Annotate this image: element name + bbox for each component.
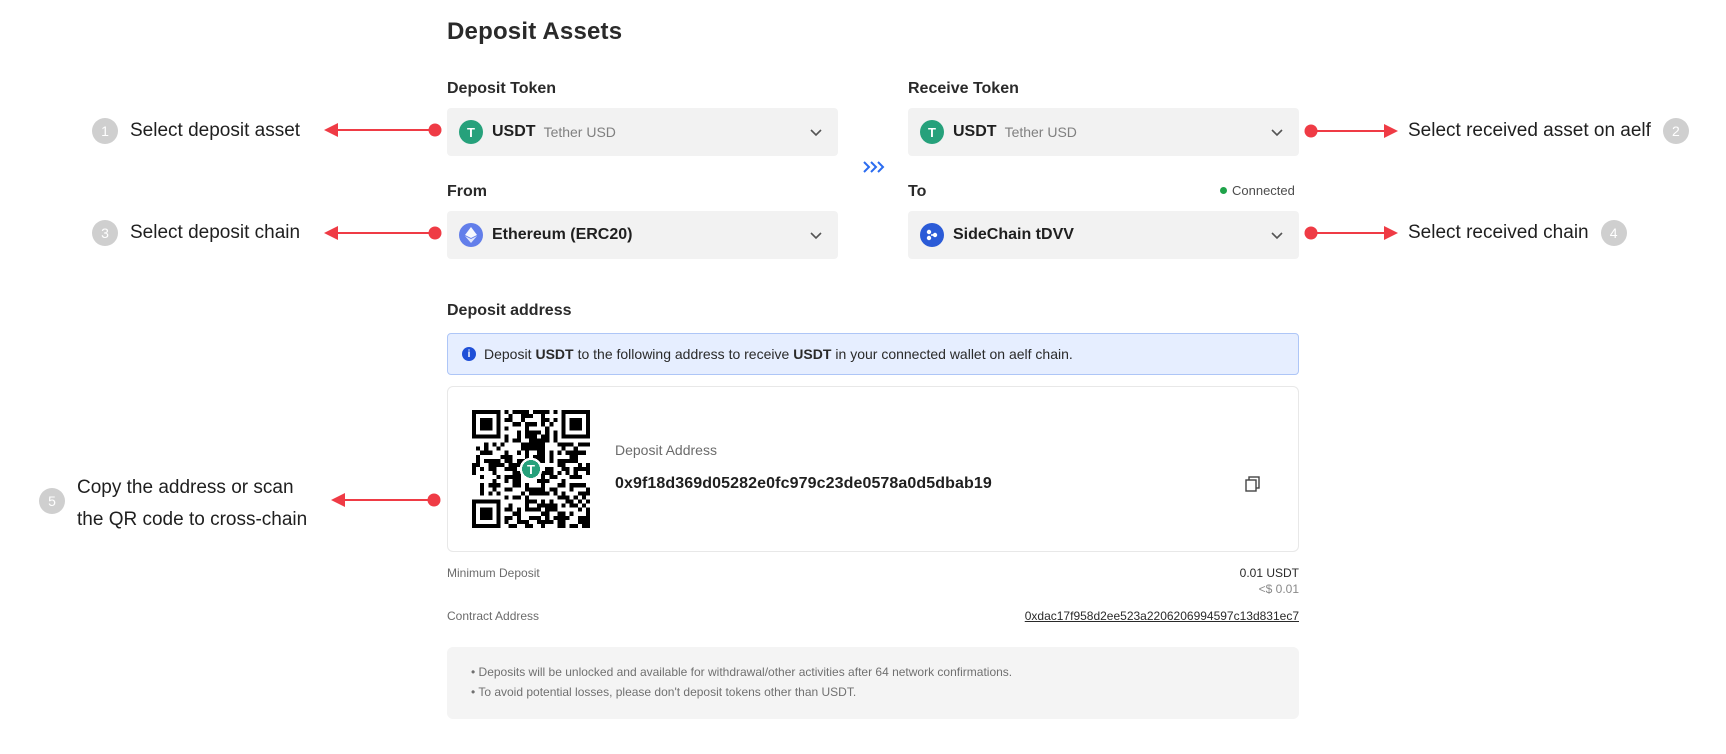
annotation-arrows [324, 123, 1398, 507]
